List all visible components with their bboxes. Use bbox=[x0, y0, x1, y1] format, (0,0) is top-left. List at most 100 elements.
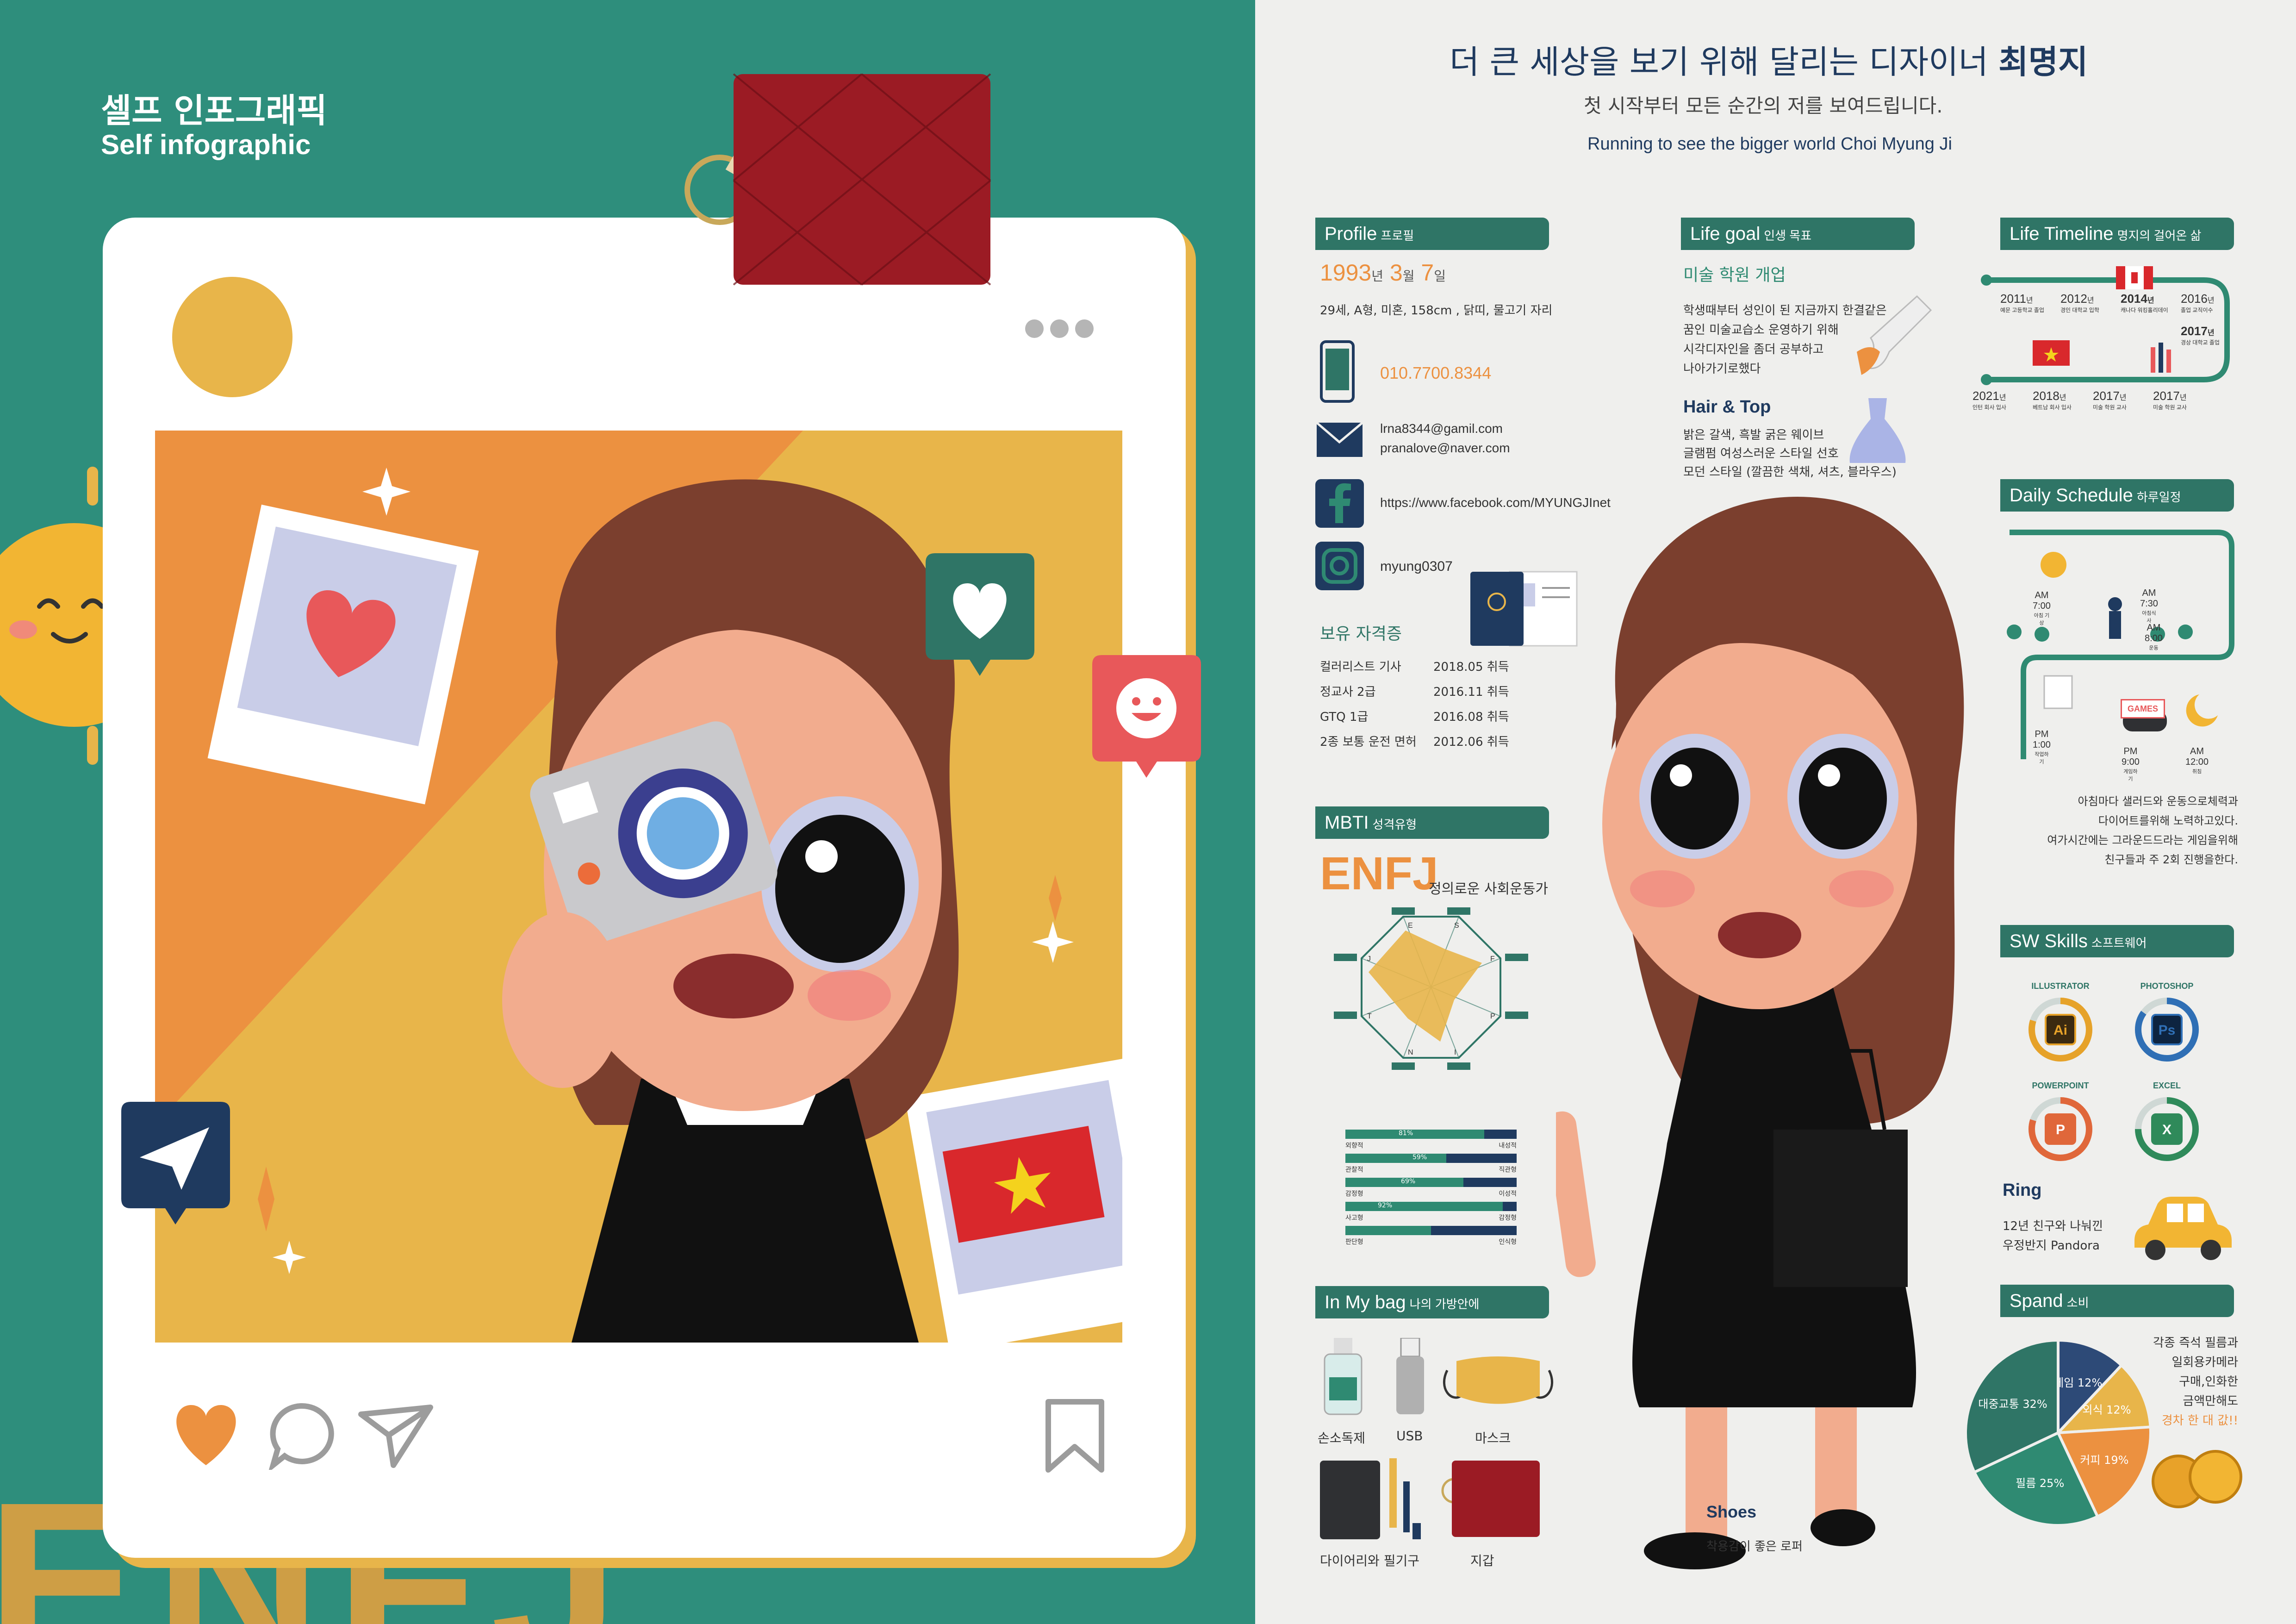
mbti-bar-row: 81% 외향적 내성적 bbox=[1345, 1130, 1517, 1154]
timeline-year-unit: 년 bbox=[2147, 297, 2154, 305]
main-title-name: 최명지 bbox=[1998, 43, 2088, 81]
right-panel: 더 큰 세상을 보기 위해 달리는 디자이너 최명지 첫 시작부터 모든 순간의… bbox=[1255, 0, 2296, 1624]
sw-header: SW Skills 소프트웨어 bbox=[2000, 925, 2234, 957]
car-icon bbox=[2134, 1197, 2232, 1260]
mbti-bar-pct: 92% bbox=[1378, 1202, 1393, 1209]
timeline-year-unit: 년 bbox=[2119, 394, 2127, 402]
timeline-item: 2017년 미술 학원 교사 bbox=[2093, 389, 2127, 411]
main-title-text: 더 큰 세상을 보기 위해 달리는 디자이너 bbox=[1450, 43, 1988, 81]
diary-icon bbox=[1320, 1458, 1421, 1539]
sw-skill: PHOTOSHOP Ps bbox=[2125, 981, 2209, 1067]
bookmark-icon[interactable] bbox=[1044, 1398, 1106, 1474]
mbti-desc: 정의로운 사회운동가 bbox=[1429, 881, 1548, 897]
like-icon[interactable] bbox=[170, 1403, 242, 1468]
timeline-year-unit: 년 bbox=[2179, 394, 2187, 402]
comment-icon[interactable] bbox=[266, 1400, 336, 1470]
profile-heading-sub: 프로필 bbox=[1381, 229, 1414, 243]
mbti-bar-right: 감정형 bbox=[1499, 1214, 1517, 1222]
cert-name: 컬러리스트 기사 bbox=[1320, 660, 1401, 674]
birth-month-unit: 월 bbox=[1402, 269, 1415, 283]
bag-item-label: USB bbox=[1396, 1428, 1423, 1443]
spend-desc-highlight: 경차 한 대 값!! bbox=[2161, 1414, 2238, 1428]
timeline-year-unit: 년 bbox=[2207, 297, 2215, 305]
mbti-bar-track bbox=[1345, 1178, 1517, 1187]
ring-line: 12년 친구와 나눠낀 bbox=[2003, 1219, 2103, 1233]
life-goal-heading-sub: 인생 목표 bbox=[1764, 229, 1812, 243]
bag-header: In My bag 나의 가방안에 bbox=[1315, 1286, 1549, 1318]
schedule-item: AM 12:00 취침 bbox=[2185, 746, 2209, 775]
timeline-year-unit: 년 bbox=[2059, 394, 2066, 402]
cert-row: 정교사 2급 2016.11 취득 bbox=[1320, 682, 1537, 707]
timeline-desc: 예문 고등학교 졸업 bbox=[2000, 307, 2044, 313]
schedule-time: AM 7:00 bbox=[2033, 590, 2051, 611]
timeline-desc: 졸업 교직이수 bbox=[2181, 307, 2213, 313]
mbti-bar-left: 판단형 bbox=[1345, 1238, 1363, 1246]
left-panel: ENFJ 셀프 인포그래픽 Self infographic bbox=[0, 0, 1255, 1624]
instagram-icon bbox=[1315, 542, 1364, 590]
sw-skill: ILLUSTRATOR Ai bbox=[2019, 981, 2102, 1067]
schedule-desc-line: 아침마다 샐러드와 운동으로체력과 bbox=[2078, 795, 2238, 808]
ring-title: Ring bbox=[2003, 1181, 2042, 1200]
email-1[interactable]: lrna8344@gamil.com bbox=[1380, 421, 1503, 436]
cert-name: GTQ 1급 bbox=[1320, 710, 1369, 724]
schedule-item: PM 1:00 작업하기 bbox=[2033, 729, 2051, 765]
email-icon bbox=[1316, 422, 1363, 457]
timeline-year-unit: 년 bbox=[1999, 394, 2006, 402]
radar-letter: T bbox=[1367, 1012, 1372, 1020]
timeline-year: 2014 bbox=[2121, 292, 2147, 306]
mbti-bar-left: 사고형 bbox=[1345, 1214, 1363, 1222]
mbti-bar-left: 관찰적 bbox=[1345, 1166, 1363, 1174]
timeline-item: 2018년 베트남 회사 입사 bbox=[2033, 389, 2072, 411]
instagram-id[interactable]: myung0307 bbox=[1380, 559, 1453, 575]
phone-icon bbox=[1320, 340, 1355, 403]
avatar-circle bbox=[172, 277, 292, 397]
goal-title: 미술 학원 개업 bbox=[1683, 266, 1786, 285]
email-2[interactable]: pranalove@naver.com bbox=[1380, 441, 1510, 456]
schedule-item: AM 7:00 아침 기상 bbox=[2033, 590, 2051, 626]
schedule-time: PM 1:00 bbox=[2033, 729, 2051, 750]
timeline-desc: 경상 대학교 졸업 bbox=[2181, 339, 2220, 346]
ring-line: 우정반지 Pandora bbox=[2003, 1239, 2100, 1253]
mbti-header: MBTI 성격유형 bbox=[1315, 806, 1549, 839]
spend-header: Spand 소비 bbox=[2000, 1285, 2234, 1317]
schedule-time: AM 7:30 bbox=[2140, 588, 2158, 609]
sw-skill-name: ILLUSTRATOR bbox=[2031, 981, 2090, 991]
paint-tube-icon bbox=[1857, 295, 1932, 375]
birth-year: 1993 bbox=[1320, 260, 1372, 286]
spend-desc-line: 일회용카메라 bbox=[2172, 1355, 2238, 1369]
left-title-en: Self infographic bbox=[101, 129, 311, 160]
share-icon[interactable] bbox=[356, 1400, 435, 1470]
timeline-heading: Life Timeline bbox=[2010, 224, 2114, 244]
skill-logo-text: Ps bbox=[2159, 1023, 2176, 1038]
mbti-bar-fill bbox=[1345, 1130, 1484, 1139]
send-badge-icon bbox=[121, 1102, 230, 1224]
phone-number[interactable]: 010.7700.8344 bbox=[1380, 363, 1491, 383]
profile-heading: Profile bbox=[1325, 224, 1377, 244]
subtitle-ko: 첫 시작부터 모든 순간의 저를 보여드립니다. bbox=[1584, 94, 1943, 117]
bag-item-label: 손소독제 bbox=[1318, 1430, 1366, 1446]
sw-heading-sub: 소프트웨어 bbox=[2091, 936, 2147, 950]
subtitle-en: Running to see the bigger world Choi Myu… bbox=[1587, 134, 1952, 154]
mbti-bar-row: 69% 감정형 이성적 bbox=[1345, 1178, 1517, 1202]
skill-logo-text: P bbox=[2056, 1122, 2065, 1137]
cert-name: 정교사 2급 bbox=[1320, 685, 1376, 699]
photoshop-icon: Ps bbox=[2135, 998, 2199, 1062]
dress-icon bbox=[1849, 398, 1906, 463]
mbti-bar-right: 내성적 bbox=[1499, 1142, 1517, 1149]
radar-letter: P bbox=[1490, 1012, 1495, 1020]
timeline-item: 2014년 캐나다 워킹홀리데이 bbox=[2121, 292, 2168, 314]
bag-item-label: 마스크 bbox=[1475, 1430, 1511, 1446]
more-options-icon[interactable] bbox=[1025, 319, 1094, 340]
schedule-desc: 작업하기 bbox=[2035, 752, 2049, 765]
schedule-desc-text: 아침마다 샐러드와 운동으로체력과 다이어트를위해 노력하고있다. 여가시간에는… bbox=[2047, 792, 2238, 869]
mbti-bar-pct: 59% bbox=[1412, 1154, 1427, 1161]
spend-pie-chart: 게임 12% 외식 12% 커피 19% 필름 25% 대중교통 32% bbox=[1964, 1338, 2152, 1527]
mbti-bar-right: 직관형 bbox=[1499, 1166, 1517, 1174]
radar-letter: I bbox=[1454, 1049, 1456, 1056]
shoes-desc: 착용감이 좋은 로퍼 bbox=[1706, 1540, 1803, 1554]
wallet-small-icon bbox=[1441, 1461, 1540, 1537]
schedule-item: AM 8:00 운동 bbox=[2145, 623, 2163, 651]
mbti-bar-right: 인식형 bbox=[1499, 1238, 1517, 1246]
excel-icon: X bbox=[2135, 1097, 2199, 1161]
skill-logo-text: X bbox=[2162, 1122, 2172, 1137]
